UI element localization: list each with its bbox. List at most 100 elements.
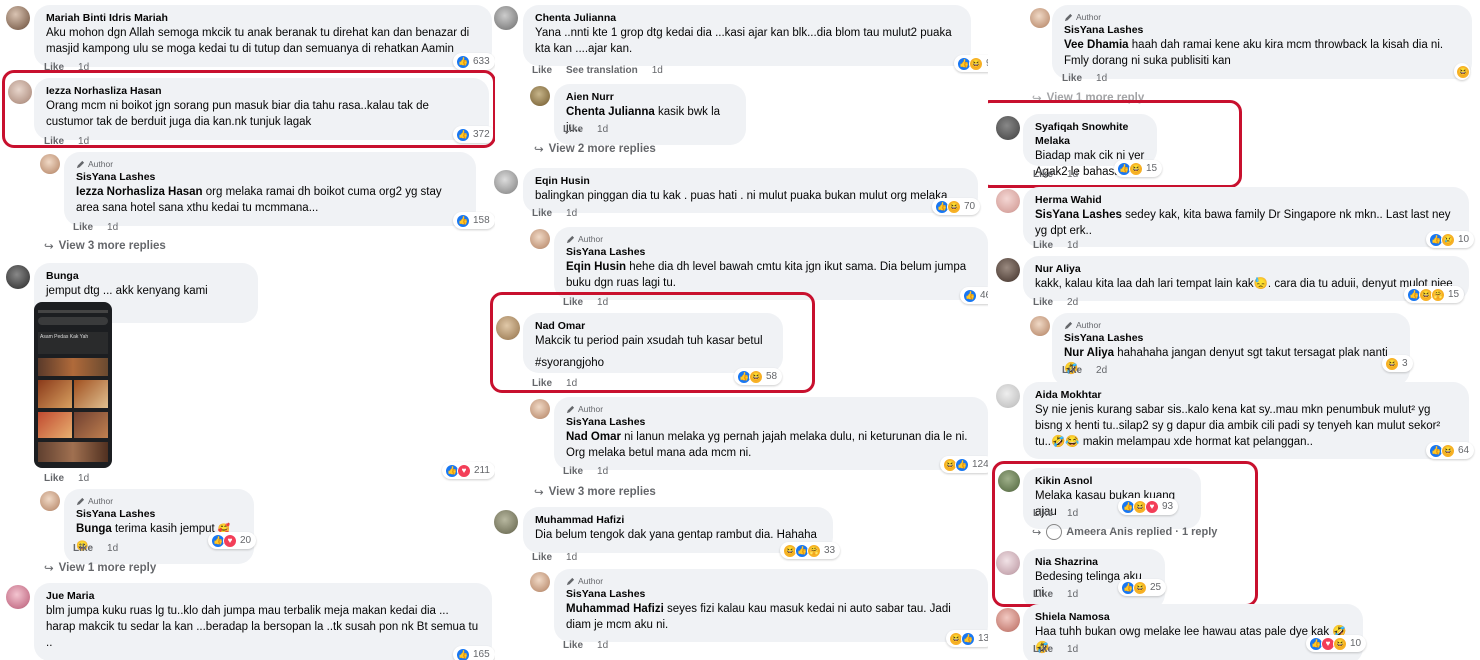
- comment-author[interactable]: SisYana Lashes: [76, 507, 242, 521]
- timestamp[interactable]: 1d: [1067, 169, 1078, 180]
- reaction-summary[interactable]: 😆: [1454, 63, 1470, 80]
- like-button[interactable]: Like: [44, 473, 64, 484]
- timestamp[interactable]: 1d: [652, 65, 663, 76]
- view-more-replies[interactable]: ↪ View 3 more replies: [534, 485, 656, 499]
- like-button[interactable]: Like: [563, 297, 583, 308]
- reaction-summary[interactable]: 👍 😆 70: [932, 198, 981, 215]
- reaction-summary[interactable]: 😆 👍 124: [940, 456, 988, 473]
- timestamp[interactable]: 1d: [597, 297, 608, 308]
- avatar[interactable]: [494, 6, 518, 30]
- avatar[interactable]: [530, 229, 550, 249]
- like-button[interactable]: Like: [1062, 365, 1082, 376]
- comment-author[interactable]: SisYana Lashes: [1064, 331, 1398, 345]
- comment-author[interactable]: SisYana Lashes: [566, 415, 976, 429]
- mention[interactable]: Bunga: [76, 523, 112, 535]
- reaction-summary[interactable]: 😆 3: [1382, 355, 1413, 372]
- comment-author[interactable]: Herma Wahid: [1035, 193, 1457, 207]
- comment-author[interactable]: Nur Aliya: [1035, 262, 1457, 276]
- comment-author[interactable]: SisYana Lashes: [566, 587, 976, 601]
- reaction-summary[interactable]: 👍 😆 64: [1426, 442, 1475, 459]
- reaction-summary[interactable]: 👍46: [960, 287, 988, 304]
- like-button[interactable]: Like: [73, 543, 93, 554]
- like-button[interactable]: Like: [563, 124, 583, 135]
- avatar[interactable]: [40, 154, 60, 174]
- avatar[interactable]: [496, 316, 520, 340]
- like-button[interactable]: Like: [73, 222, 93, 233]
- mention[interactable]: Chenta Julianna: [566, 106, 655, 118]
- view-more-replies[interactable]: ↪ View 2 more replies: [534, 142, 656, 156]
- reaction-summary[interactable]: 👍😆9: [954, 55, 988, 72]
- reaction-summary[interactable]: 👍 ♥ 😆 10: [1306, 635, 1367, 652]
- reaction-summary[interactable]: 👍 633: [453, 53, 495, 70]
- comment-author[interactable]: SisYana Lashes: [76, 170, 464, 184]
- mention[interactable]: Iezza Norhasliza Hasan: [76, 186, 203, 198]
- avatar[interactable]: [530, 86, 550, 106]
- like-button[interactable]: Like: [563, 640, 583, 651]
- reaction-summary[interactable]: 👍 😆 ♥ 93: [1118, 498, 1179, 515]
- avatar[interactable]: [530, 572, 550, 592]
- timestamp[interactable]: 1d: [566, 378, 577, 389]
- mention[interactable]: Muhammad Hafizi: [566, 603, 664, 615]
- comment-author[interactable]: Jue Maria: [46, 589, 480, 603]
- avatar[interactable]: [1030, 316, 1050, 336]
- reaction-summary[interactable]: 😆 👍 🤗 33: [780, 542, 841, 559]
- reaction-summary[interactable]: 👍 158: [453, 212, 495, 229]
- mention[interactable]: SisYana Lashes: [1035, 209, 1122, 221]
- like-button[interactable]: Like: [532, 552, 552, 563]
- comment-author[interactable]: Shiela Namosa: [1035, 610, 1351, 624]
- avatar[interactable]: [6, 585, 30, 609]
- timestamp[interactable]: 1d: [597, 124, 608, 135]
- avatar[interactable]: [530, 399, 550, 419]
- comment-author[interactable]: Aida Mokhtar: [1035, 388, 1457, 402]
- timestamp[interactable]: 1d: [107, 222, 118, 233]
- comment-author[interactable]: Iezza Norhasliza Hasan: [46, 84, 477, 98]
- like-button[interactable]: Like: [563, 466, 583, 477]
- mention[interactable]: Vee Dhamia: [1064, 39, 1129, 51]
- timestamp[interactable]: 2d: [1067, 297, 1078, 308]
- reaction-summary[interactable]: 👍 😆 15: [1114, 160, 1163, 177]
- timestamp[interactable]: 2d: [1096, 365, 1107, 376]
- reaction-summary[interactable]: 👍 😆 25: [1118, 579, 1167, 596]
- like-button[interactable]: Like: [1033, 589, 1053, 600]
- like-button[interactable]: Like: [1033, 169, 1053, 180]
- comment-author[interactable]: SisYana Lashes: [1064, 23, 1460, 37]
- reaction-summary[interactable]: 👍 ♥ 20: [208, 532, 257, 549]
- comment-author[interactable]: Muhammad Hafizi: [535, 513, 821, 527]
- like-button[interactable]: Like: [44, 62, 64, 73]
- avatar[interactable]: [6, 265, 30, 289]
- comment-author[interactable]: Aien Nurr: [566, 90, 734, 104]
- reaction-summary[interactable]: 👍 😆 🤗 15: [1404, 286, 1465, 303]
- avatar[interactable]: [996, 608, 1020, 632]
- like-button[interactable]: Like: [44, 136, 64, 147]
- timestamp[interactable]: 1d: [1067, 644, 1078, 655]
- timestamp[interactable]: 1d: [1096, 73, 1107, 84]
- avatar[interactable]: [998, 470, 1020, 492]
- avatar[interactable]: [6, 6, 30, 30]
- mention[interactable]: Eqin Husin: [566, 261, 626, 273]
- timestamp[interactable]: 1d: [566, 552, 577, 563]
- avatar[interactable]: [1030, 8, 1050, 28]
- reaction-summary[interactable]: 👍 165: [453, 646, 495, 660]
- view-more-replies[interactable]: ↪ View 1 more reply: [44, 561, 156, 575]
- comment-author[interactable]: Bunga: [46, 269, 246, 283]
- avatar[interactable]: [996, 551, 1020, 575]
- mention[interactable]: Nur Aliya: [1064, 347, 1114, 359]
- like-button[interactable]: Like: [1062, 73, 1082, 84]
- timestamp[interactable]: 1d: [1067, 508, 1078, 519]
- reaction-summary[interactable]: 👍 😆 58: [734, 368, 783, 385]
- like-button[interactable]: Like: [1033, 508, 1053, 519]
- timestamp[interactable]: 1d: [597, 640, 608, 651]
- avatar[interactable]: [494, 510, 518, 534]
- reaction-summary[interactable]: 👍 😢 10: [1426, 231, 1475, 248]
- timestamp[interactable]: 1d: [78, 136, 89, 147]
- avatar[interactable]: [996, 116, 1020, 140]
- reaction-summary[interactable]: 👍 ♥ 211: [442, 462, 495, 479]
- reaction-summary[interactable]: 😆 👍 13: [946, 630, 988, 647]
- comment-author[interactable]: Eqin Husin: [535, 174, 966, 188]
- timestamp[interactable]: 1d: [78, 473, 89, 484]
- timestamp[interactable]: 1d: [107, 543, 118, 554]
- reaction-summary[interactable]: 👍 372: [453, 126, 495, 143]
- timestamp[interactable]: 1d: [1067, 589, 1078, 600]
- like-button[interactable]: Like: [532, 208, 552, 219]
- avatar[interactable]: [40, 491, 60, 511]
